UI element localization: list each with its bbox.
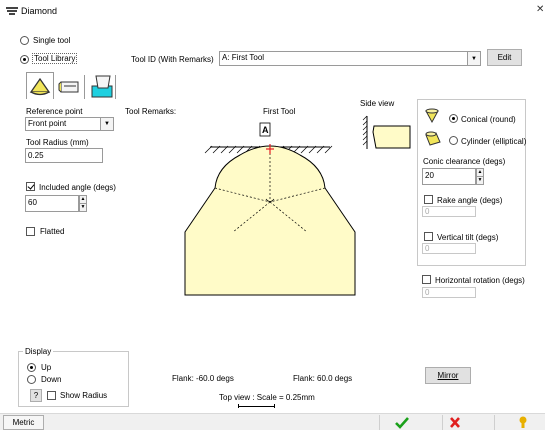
- mirror-button-label: Mirror: [437, 371, 459, 380]
- included-angle-spinner[interactable]: ▲ ▼: [79, 195, 87, 212]
- vertical-tilt-checkbox[interactable]: [424, 232, 433, 241]
- ok-check-icon[interactable]: [395, 416, 409, 429]
- side-view-label: Side view: [360, 99, 395, 108]
- reference-point-value: Front point: [28, 119, 67, 128]
- mirror-button[interactable]: Mirror: [425, 367, 471, 384]
- rake-angle-label: Rake angle (degs): [437, 196, 503, 205]
- tool-setting-tab[interactable]: [88, 72, 116, 99]
- tool-id-value: A: First Tool: [222, 53, 265, 62]
- conical-label: Conical (round): [461, 115, 516, 124]
- single-tool-radio[interactable]: [20, 36, 29, 45]
- flatted-label: Flatted: [40, 227, 65, 236]
- tool-holder-icon: [58, 81, 79, 93]
- conical-radio[interactable]: [449, 114, 458, 123]
- horizontal-rotation-checkbox[interactable]: [422, 275, 431, 284]
- conic-clearance-label: Conic clearance (degs): [423, 157, 506, 166]
- rake-angle-checkbox[interactable]: [424, 195, 433, 204]
- scale-bar: [238, 406, 275, 407]
- tool-radius-input[interactable]: 0.25: [25, 148, 103, 163]
- reference-point-label: Reference point: [26, 107, 83, 116]
- conical-tool-icon: [425, 108, 439, 124]
- single-tool-label: Single tool: [33, 36, 71, 45]
- tool-remarks-label: Tool Remarks:: [125, 107, 177, 116]
- display-group-label: Display: [23, 347, 54, 356]
- cylinder-radio[interactable]: [449, 136, 458, 145]
- point-marker-text: A: [262, 125, 269, 135]
- metric-button[interactable]: Metric: [3, 415, 44, 430]
- diamond-cone-icon: [29, 77, 51, 96]
- flank-right-text: Flank: 60.0 degs: [293, 374, 353, 383]
- scale-bar-tick: [238, 404, 239, 408]
- display-up-radio[interactable]: [27, 363, 36, 372]
- side-view-drawing: [362, 115, 411, 149]
- bottom-divider: [442, 415, 443, 430]
- tool-holder-tab[interactable]: [56, 74, 84, 99]
- rake-angle-input[interactable]: 0: [422, 206, 476, 217]
- diamond-app-icon: [6, 7, 18, 15]
- cyan-block-icon: [91, 75, 113, 98]
- scale-bar-tick: [274, 404, 275, 408]
- display-down-radio[interactable]: [27, 375, 36, 384]
- included-angle-checkbox[interactable]: [26, 182, 35, 191]
- display-down-label: Down: [41, 375, 62, 384]
- tool-radius-label: Tool Radius (mm): [26, 138, 89, 147]
- tool-id-select[interactable]: A: First Tool ▼: [219, 51, 481, 66]
- flatted-checkbox[interactable]: [26, 227, 35, 236]
- edit-button[interactable]: Edit: [487, 49, 522, 66]
- help-button[interactable]: ?: [30, 389, 42, 402]
- vertical-tilt-input[interactable]: 0: [422, 243, 476, 254]
- vertical-tilt-label: Vertical tilt (degs): [437, 233, 499, 242]
- show-radius-label: Show Radius: [60, 391, 108, 400]
- chevron-down-icon[interactable]: ▼: [467, 52, 480, 65]
- tool-id-label: Tool ID (With Remarks): [131, 55, 214, 64]
- cylinder-label: Cylinder (elliptical): [461, 137, 527, 146]
- tool-top-view-drawing: A: [184, 122, 356, 296]
- show-radius-checkbox[interactable]: [47, 391, 56, 400]
- scale-text: Top view : Scale = 0.25mm: [219, 393, 315, 402]
- window-title: Diamond: [21, 6, 58, 16]
- horizontal-rotation-input[interactable]: 0: [422, 287, 476, 298]
- tool-shape-tab[interactable]: [26, 72, 54, 99]
- chevron-down-icon[interactable]: ▼: [100, 118, 113, 130]
- bottom-divider: [379, 415, 380, 430]
- tab-divider: [84, 75, 85, 99]
- bottom-divider: [494, 415, 495, 430]
- tool-outline: [184, 145, 356, 296]
- help-bulb-icon[interactable]: [518, 416, 528, 429]
- included-angle-label: Included angle (degs): [39, 183, 116, 192]
- cancel-x-icon[interactable]: [449, 416, 461, 429]
- flank-left-text: Flank: -60.0 degs: [172, 374, 234, 383]
- reference-point-select[interactable]: Front point ▼: [25, 117, 114, 131]
- tab-divider: [115, 75, 116, 99]
- display-up-label: Up: [41, 363, 52, 372]
- tool-library-label: Tool Library: [32, 53, 78, 64]
- conic-clearance-input[interactable]: 20: [422, 168, 476, 185]
- cylinder-tool-icon: [425, 131, 441, 146]
- close-icon[interactable]: ✕: [536, 4, 544, 15]
- conic-clearance-spinner[interactable]: ▲ ▼: [476, 168, 484, 185]
- title-bar: Diamond ✕: [0, 0, 545, 22]
- tool-library-radio[interactable]: [20, 55, 29, 64]
- bottom-bar: [0, 413, 545, 430]
- horizontal-rotation-label: Horizontal rotation (degs): [435, 276, 525, 285]
- included-angle-input[interactable]: 60: [25, 195, 79, 212]
